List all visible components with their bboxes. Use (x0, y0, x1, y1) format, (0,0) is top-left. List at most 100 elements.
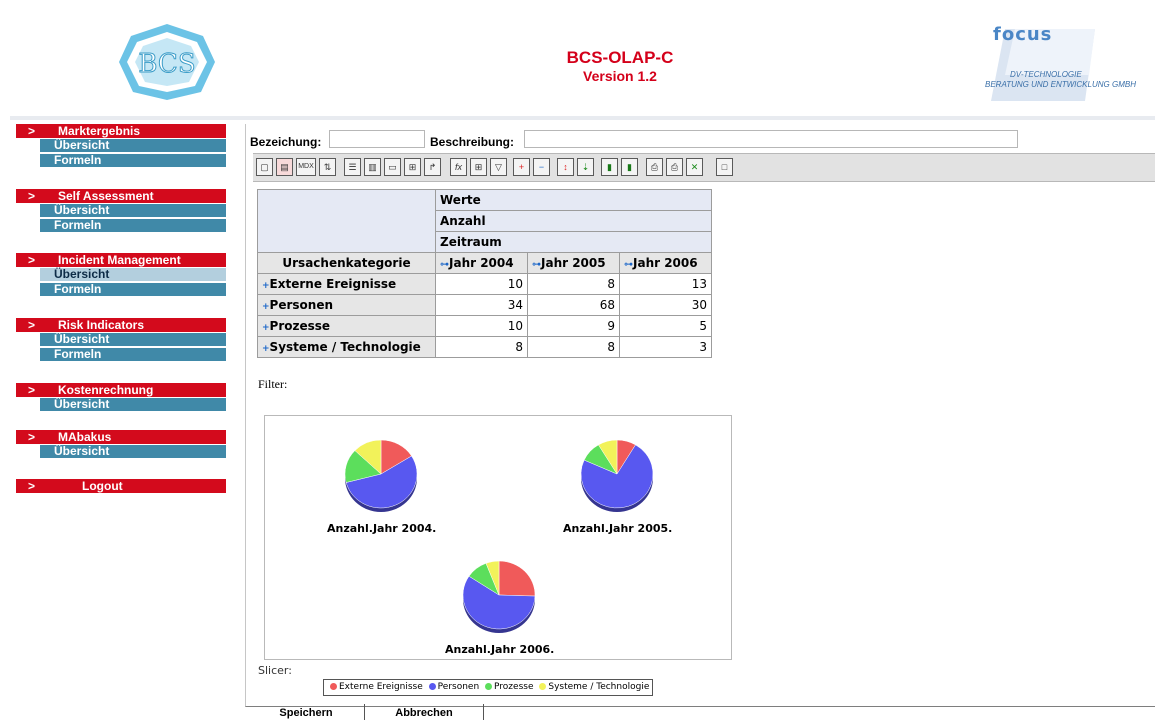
expand-icon[interactable]: ⊶ (532, 260, 541, 270)
nav-label: Marktergebnis (58, 124, 141, 138)
focus-logo-line1: DV-TECHNOLOGIE (1010, 70, 1082, 79)
slicer-label: Slicer: (258, 664, 292, 677)
expand-icon[interactable]: + (262, 344, 270, 354)
nav-incident-management-uebersicht[interactable]: Übersicht (40, 268, 226, 281)
nav-kostenrechnung-uebersicht[interactable]: Übersicht (40, 398, 226, 411)
chart-legend: Externe Ereignisse Personen Prozesse Sys… (323, 679, 654, 696)
nav-incident-management[interactable]: > Incident Management (16, 253, 226, 267)
pivot-row-header[interactable]: +Prozesse (257, 315, 436, 337)
expand-icon[interactable]: ⊶ (624, 260, 633, 270)
nav-arrow: > (28, 383, 36, 397)
nav-mabakus-uebersicht[interactable]: Übersicht (40, 445, 226, 458)
cube-navigator-icon[interactable]: ▤ (276, 158, 293, 176)
print-icon[interactable]: ⎙ (666, 158, 683, 176)
nav-incident-management-formeln[interactable]: Formeln (40, 283, 226, 296)
print-settings-icon[interactable]: ⎙ (646, 158, 663, 176)
copy-icon[interactable]: ▢ (256, 158, 273, 176)
expand-icon[interactable]: ⊶ (440, 260, 449, 270)
pivot-col-header[interactable]: ⊶Jahr 2004 (435, 252, 528, 274)
bezeichnung-input[interactable] (329, 130, 425, 148)
sort-icon[interactable]: ⇅ (319, 158, 336, 176)
nav-arrow: > (28, 430, 36, 444)
pivot-cell: 13 (619, 273, 712, 295)
legend-swatch (485, 683, 493, 690)
pivot-cell: 8 (527, 336, 620, 358)
nav-arrow: > (28, 479, 36, 493)
nav-kostenrechnung[interactable]: > Kostenrechnung (16, 383, 226, 397)
hierarchy-icon[interactable]: ☰ (344, 158, 361, 176)
pivot-col-label: Jahr 2005 (541, 256, 606, 270)
expand-icon[interactable]: + (262, 281, 270, 291)
pivot-row-header[interactable]: +Personen (257, 294, 436, 316)
nav-marktergebnis[interactable]: > Marktergebnis (16, 124, 226, 138)
beschreibung-input[interactable] (524, 130, 1018, 148)
nav-label: MAbakus (58, 430, 112, 444)
pie-title-2006: Anzahl.Jahr 2006. (445, 643, 555, 656)
expand-icon[interactable]: + (262, 302, 270, 312)
nav-risk-indicators-uebersicht[interactable]: Übersicht (40, 333, 226, 346)
bcs-logo-text: BCS (138, 49, 195, 79)
pivot-dim-zeitraum[interactable]: Zeitraum (435, 231, 712, 253)
button-divider (364, 704, 365, 720)
save-button[interactable]: Speichern (252, 707, 360, 720)
collapse-icon[interactable]: − (533, 158, 550, 176)
nav-arrow: > (28, 189, 36, 203)
columns-icon[interactable]: ▥ (364, 158, 381, 176)
grid-icon[interactable]: ⊞ (404, 158, 421, 176)
bezeichnung-label: Bezeichung: (250, 135, 322, 149)
pivot-row-label: Prozesse (269, 319, 331, 333)
formula-button[interactable]: fx (450, 158, 467, 176)
pivot-dim-werte[interactable]: Werte (435, 189, 712, 211)
nav-self-assessment-uebersicht[interactable]: Übersicht (40, 204, 226, 217)
drill-icon[interactable]: ↕ (557, 158, 574, 176)
expand-icon[interactable]: + (513, 158, 530, 176)
rows-icon[interactable]: ▭ (384, 158, 401, 176)
button-divider (483, 704, 484, 720)
pivot-cell: 34 (435, 294, 528, 316)
pivot-corner (257, 189, 436, 253)
nav-self-assessment[interactable]: > Self Assessment (16, 189, 226, 203)
nav-label: Risk Indicators (58, 318, 145, 332)
pivot-row-label: Externe Ereignisse (269, 277, 397, 291)
pivot-dim-anzahl[interactable]: Anzahl (435, 210, 712, 232)
pivot-cell: 8 (527, 273, 620, 295)
nav-risk-indicators[interactable]: > Risk Indicators (16, 318, 226, 332)
legend-item: Externe Ereignisse (339, 682, 423, 692)
beschreibung-label: Beschreibung: (430, 135, 515, 149)
nav-self-assessment-formeln[interactable]: Formeln (40, 219, 226, 232)
pivot-row-header[interactable]: +Externe Ereignisse (257, 273, 436, 295)
pivot-row-dim[interactable]: Ursachenkategorie (257, 252, 436, 274)
cancel-button[interactable]: Abbrechen (372, 707, 476, 720)
legend-swatch (330, 683, 337, 690)
pivot-col-label: Jahr 2004 (449, 256, 514, 270)
excel-export-icon[interactable]: ✕ (686, 158, 703, 176)
pivot-cell: 10 (435, 315, 528, 337)
filter-label: Filter: (258, 377, 288, 391)
pie-title-2004: Anzahl.Jahr 2004. (327, 522, 437, 535)
legend-swatch (539, 683, 547, 690)
pivot-col-header[interactable]: ⊶Jahr 2006 (619, 252, 712, 274)
nav-marktergebnis-uebersicht[interactable]: Übersicht (40, 139, 226, 152)
drill-through-icon[interactable]: ⇣ (577, 158, 594, 176)
swap-axes-icon[interactable]: ↱ (424, 158, 441, 176)
pivot-col-header[interactable]: ⊶Jahr 2005 (527, 252, 620, 274)
nav-mabakus[interactable]: > MAbakus (16, 430, 226, 444)
table-icon[interactable]: ⊞ (470, 158, 487, 176)
focus-logo-word: focus (993, 24, 1053, 45)
expand-icon[interactable]: + (262, 323, 270, 333)
filter-icon[interactable]: ▽ (490, 158, 507, 176)
nav-logout[interactable]: > Logout (16, 479, 226, 493)
bcs-logo: BCS (119, 24, 215, 100)
chart-config-icon[interactable]: ▮ (621, 158, 638, 176)
nav-label: Kostenrechnung (58, 383, 154, 397)
app-title: BCS-OLAP-C (566, 48, 674, 67)
nav-arrow: > (28, 124, 36, 138)
window-icon[interactable]: □ (716, 158, 733, 176)
chart-icon[interactable]: ▮ (601, 158, 618, 176)
nav-risk-indicators-formeln[interactable]: Formeln (40, 348, 226, 361)
mdx-button[interactable]: MDX (296, 158, 316, 176)
pivot-col-label: Jahr 2006 (633, 256, 698, 270)
legend-item: Personen (437, 682, 480, 692)
pivot-row-header[interactable]: +Systeme / Technologie (257, 336, 436, 358)
nav-marktergebnis-formeln[interactable]: Formeln (40, 154, 226, 167)
